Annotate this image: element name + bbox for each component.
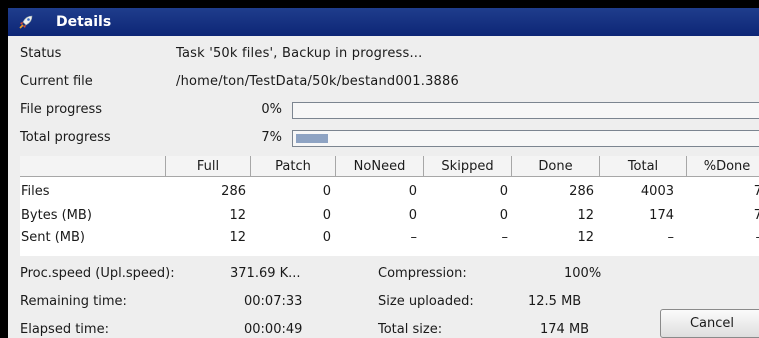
- column-header-percent-done[interactable]: %Done: [687, 156, 759, 177]
- cell-bytes-done: 12: [577, 208, 594, 223]
- size-uploaded-label: Size uploaded:: [378, 294, 474, 309]
- status-label: Status: [20, 46, 62, 61]
- column-header-total[interactable]: Total: [600, 156, 687, 177]
- cell-sent-done: 12: [577, 230, 594, 245]
- cell-files-skipped: 0: [499, 184, 508, 199]
- row-label-files: Files: [21, 184, 50, 199]
- window-title: Details: [56, 14, 112, 30]
- cancel-button[interactable]: Cancel: [660, 309, 759, 338]
- column-header-full[interactable]: Full: [166, 156, 251, 177]
- cell-files-noneed: 0: [408, 184, 417, 199]
- column-header-skipped[interactable]: Skipped: [424, 156, 512, 177]
- details-window: Details Status Task '50k files', Backup …: [8, 8, 759, 338]
- total-size-value: 174 MB: [540, 322, 590, 337]
- cell-files-total: 4003: [640, 184, 674, 199]
- cell-files-done: 286: [569, 184, 594, 199]
- compression-label: Compression:: [378, 266, 467, 281]
- cell-bytes-full: 12: [229, 208, 246, 223]
- size-uploaded-value: 12.5 MB: [528, 294, 582, 309]
- total-size-label: Total size:: [378, 322, 443, 337]
- cell-sent-full: 12: [229, 230, 246, 245]
- status-value: Task '50k files', Backup in progress...: [176, 46, 423, 61]
- cell-files-patch: 0: [322, 184, 331, 199]
- cell-sent-patch: 0: [322, 230, 331, 245]
- cell-sent-skipped: –: [501, 230, 509, 245]
- total-progress-percent: 7%: [261, 130, 282, 145]
- row-label-sent: Sent (MB): [21, 230, 85, 245]
- proc-speed-label: Proc.speed (Upl.speed):: [20, 266, 175, 281]
- file-progress-label: File progress: [20, 102, 103, 117]
- file-progress-bar: [292, 102, 759, 119]
- cell-bytes-percent-done: 7: [753, 208, 759, 223]
- current-file-value: /home/ton/TestData/50k/bestand001.3886: [176, 74, 459, 89]
- cell-bytes-patch: 0: [322, 208, 331, 223]
- cell-files-full: 286: [221, 184, 246, 199]
- column-header-noneed[interactable]: NoNeed: [336, 156, 424, 177]
- remaining-time-value: 00:07:33: [244, 294, 303, 309]
- column-header-label[interactable]: [20, 156, 166, 177]
- cell-files-percent-done: 7: [753, 184, 759, 199]
- cell-bytes-skipped: 0: [499, 208, 508, 223]
- compression-value: 100%: [564, 266, 602, 281]
- elapsed-time-value: 00:00:49: [244, 322, 303, 337]
- row-label-bytes: Bytes (MB): [21, 208, 92, 223]
- cell-sent-total: –: [667, 230, 675, 245]
- column-header-patch[interactable]: Patch: [251, 156, 336, 177]
- cell-bytes-total: 174: [649, 208, 674, 223]
- cell-bytes-noneed: 0: [408, 208, 417, 223]
- title-bar[interactable]: Details: [8, 8, 759, 36]
- total-progress-label: Total progress: [20, 130, 111, 145]
- remaining-time-label: Remaining time:: [20, 294, 127, 309]
- total-progress-fill: [296, 134, 328, 143]
- proc-speed-value: 371.69 K...: [230, 266, 301, 281]
- column-header-done[interactable]: Done: [512, 156, 600, 177]
- cell-sent-percent-done: –: [687, 230, 759, 245]
- file-progress-percent: 0%: [261, 102, 282, 117]
- rocket-icon: [19, 15, 33, 29]
- elapsed-time-label: Elapsed time:: [20, 322, 109, 337]
- current-file-label: Current file: [20, 74, 93, 89]
- cell-sent-noneed: –: [410, 230, 418, 245]
- transfer-stats-table: Full Patch NoNeed Skipped Done Total %Do…: [20, 156, 759, 256]
- total-progress-bar: [292, 130, 759, 147]
